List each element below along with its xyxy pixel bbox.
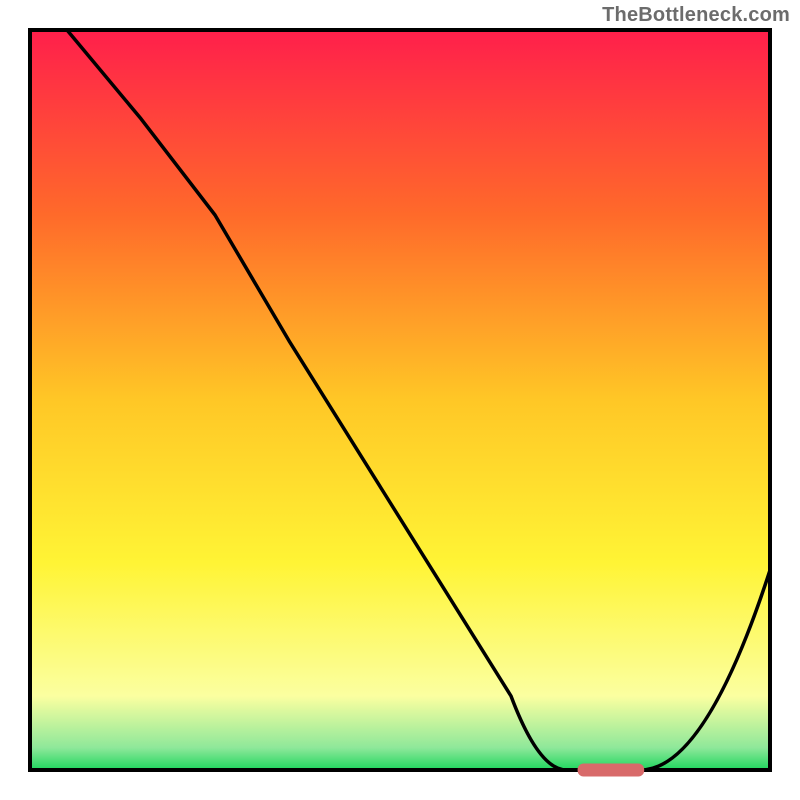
chart-container: TheBottleneck.com — [0, 0, 800, 800]
optimal-range-marker — [578, 764, 645, 777]
plot-background — [30, 30, 770, 770]
bottleneck-chart — [0, 0, 800, 800]
